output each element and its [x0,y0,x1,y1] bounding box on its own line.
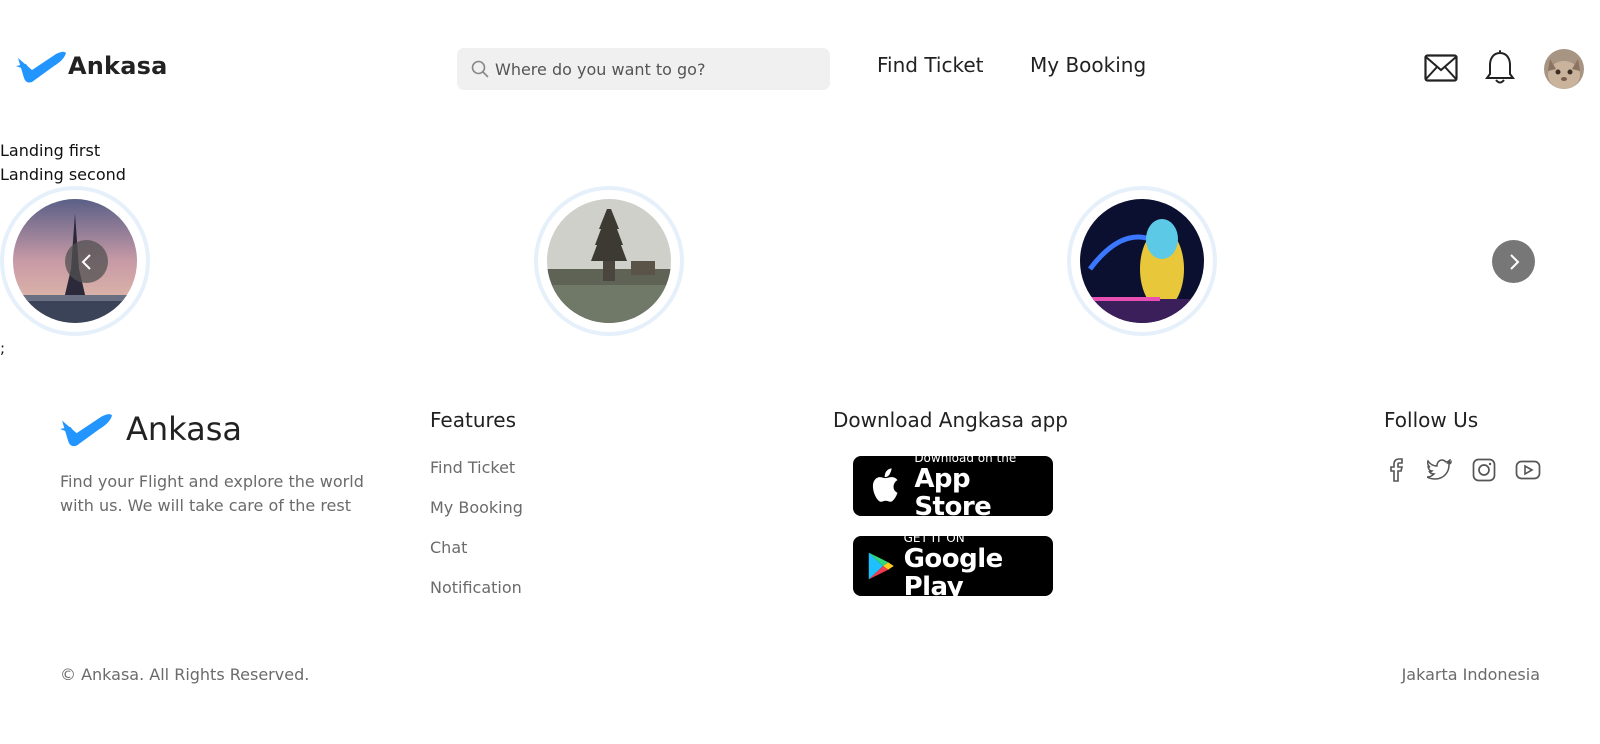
plane-logo-icon [16,51,66,83]
copyright-text: © Ankasa. All Rights Reserved. [60,665,310,684]
landing-second-text: Landing second [0,165,126,184]
search-icon [471,60,489,78]
nav-my-booking[interactable]: My Booking [1030,53,1146,77]
destination-singapore[interactable] [1067,186,1217,336]
stray-semicolon: ; [0,339,6,357]
footer-link-find-ticket[interactable]: Find Ticket [430,458,515,477]
carousel-next-button[interactable] [1492,240,1535,283]
app-store-small-text: Download on the [914,451,1017,465]
mail-icon[interactable] [1424,54,1458,86]
footer-link-notification[interactable]: Notification [430,578,522,597]
bali-temple-image [547,199,671,323]
landing-first-text: Landing first [0,141,101,160]
chevron-left-icon [81,253,91,270]
footer-link-my-booking[interactable]: My Booking [430,498,523,517]
footer-brand-name: Ankasa [126,410,243,448]
chevron-right-icon [1509,253,1519,270]
brand-name: Ankasa [68,52,168,80]
footer-brand: Ankasa [60,410,242,448]
singapore-merlion-image [1080,199,1204,323]
user-avatar[interactable] [1544,49,1584,89]
google-play-button[interactable]: GET IT ON Google Play [853,531,1053,601]
apple-icon [872,468,898,502]
search-input[interactable] [495,59,815,79]
facebook-icon[interactable] [1382,456,1410,484]
features-title: Features [430,408,516,432]
nav-find-ticket[interactable]: Find Ticket [877,53,984,77]
bell-icon[interactable] [1485,50,1515,90]
destination-bali[interactable] [534,186,684,336]
google-play-icon [868,552,894,580]
download-title: Download Angkasa app [833,408,1068,432]
app-store-button[interactable]: Download on the App Store [853,451,1053,521]
footer-description: Find your Flight and explore the world w… [60,472,364,515]
footer-link-chat[interactable]: Chat [430,538,467,557]
plane-logo-icon [60,414,112,447]
twitter-icon[interactable] [1426,456,1454,484]
search-bar[interactable] [457,48,830,90]
app-store-big-text: App Store [914,464,992,522]
google-play-small-text: GET IT ON [903,531,965,545]
brand-logo[interactable]: Ankasa [16,48,168,84]
google-play-big-text: Google Play [903,544,1004,602]
follow-title: Follow Us [1384,408,1479,432]
carousel-prev-button[interactable] [65,240,108,283]
location-text: Jakarta Indonesia [1401,665,1540,684]
instagram-icon[interactable] [1470,456,1498,484]
youtube-icon[interactable] [1514,456,1542,484]
